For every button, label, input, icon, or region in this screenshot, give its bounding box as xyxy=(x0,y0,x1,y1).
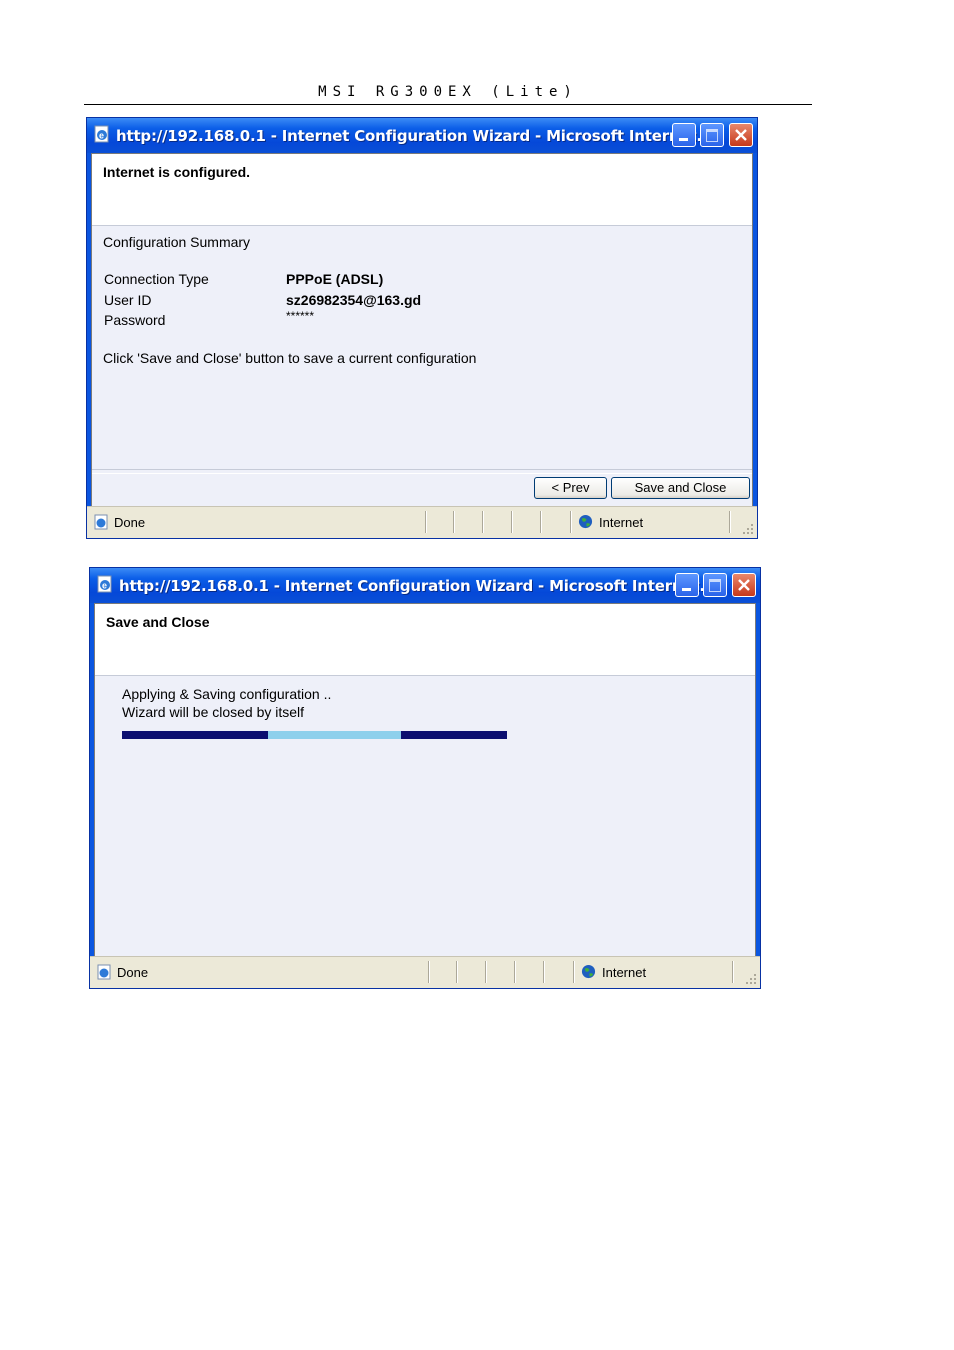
connection-type-value: PPPoE (ADSL) xyxy=(286,271,384,287)
minimize-icon xyxy=(679,138,688,141)
ie-done-icon xyxy=(94,514,108,530)
save-and-close-button[interactable]: Save and Close xyxy=(611,477,750,499)
close-button[interactable] xyxy=(729,123,753,147)
wizard-window-summary: e http://192.168.0.1 - Internet Configur… xyxy=(86,117,758,539)
ie-page-icon: e xyxy=(94,125,109,143)
zone-text: Internet xyxy=(602,965,647,980)
ie-page-icon: e xyxy=(97,575,112,593)
maximize-icon xyxy=(709,579,721,592)
resize-grip-icon[interactable] xyxy=(745,973,757,985)
page-title: Internet is configured. xyxy=(103,164,251,180)
status-separator xyxy=(485,961,486,983)
minimize-button[interactable] xyxy=(675,573,699,597)
window-title: http://192.168.0.1 - Internet Configurat… xyxy=(119,577,716,595)
applying-text: Applying & Saving configuration .. xyxy=(122,686,332,702)
globe-icon xyxy=(581,964,596,979)
instruction-text: Click 'Save and Close' button to save a … xyxy=(103,350,477,366)
wizard-body: Configuration Summary Connection Type PP… xyxy=(92,226,752,506)
status-separator xyxy=(453,511,454,533)
title-bar[interactable]: e http://192.168.0.1 - Internet Configur… xyxy=(90,568,760,603)
title-bar[interactable]: e http://192.168.0.1 - Internet Configur… xyxy=(87,118,757,153)
status-separator xyxy=(425,511,426,533)
status-separator xyxy=(428,961,429,983)
status-bar: Done Internet xyxy=(87,506,757,538)
status-separator xyxy=(540,511,541,533)
wizard-header: Internet is configured. xyxy=(92,154,752,226)
prev-button[interactable]: < Prev xyxy=(534,477,607,499)
status-separator xyxy=(543,961,544,983)
page-title: Save and Close xyxy=(106,614,210,630)
password-label: Password xyxy=(104,312,166,328)
document-header-text: MSI RG300EX (Lite) xyxy=(318,84,578,100)
status-separator xyxy=(514,961,515,983)
status-text: Done xyxy=(117,965,149,980)
wizard-content: Internet is configured. Configuration Su… xyxy=(91,153,753,507)
wizard-body: Applying & Saving configuration .. Wizar… xyxy=(95,676,755,956)
connection-type-label: Connection Type xyxy=(104,271,209,287)
maximize-icon xyxy=(706,129,718,142)
status-bar: Done Internet xyxy=(90,956,760,988)
window-title: http://192.168.0.1 - Internet Configurat… xyxy=(116,127,713,145)
maximize-button[interactable] xyxy=(700,123,724,147)
status-separator xyxy=(732,961,733,983)
svg-text:e: e xyxy=(99,131,104,141)
wizard-content: Save and Close Applying & Saving configu… xyxy=(94,603,756,957)
maximize-button[interactable] xyxy=(703,573,727,597)
progress-segment xyxy=(268,731,402,739)
status-separator xyxy=(729,511,730,533)
minimize-button[interactable] xyxy=(672,123,696,147)
zone-text: Internet xyxy=(599,515,644,530)
document-header: MSI RG300EX (Lite) xyxy=(84,82,812,105)
status-separator xyxy=(482,511,483,533)
close-icon xyxy=(738,579,750,591)
svg-text:e: e xyxy=(102,581,107,591)
user-id-label: User ID xyxy=(104,292,152,308)
close-button[interactable] xyxy=(732,573,756,597)
footer-divider xyxy=(92,469,752,474)
status-separator xyxy=(573,961,574,983)
summary-title: Configuration Summary xyxy=(103,234,251,250)
user-id-value: sz26982354@163.gd xyxy=(286,292,422,308)
status-separator xyxy=(456,961,457,983)
status-separator xyxy=(570,511,571,533)
wizard-header: Save and Close xyxy=(95,604,755,676)
resize-grip-icon[interactable] xyxy=(742,523,754,535)
status-separator xyxy=(511,511,512,533)
wizard-window-saving: e http://192.168.0.1 - Internet Configur… xyxy=(89,567,761,989)
progress-bar xyxy=(122,731,507,739)
globe-icon xyxy=(578,514,593,529)
ie-done-icon xyxy=(97,964,111,980)
close-icon xyxy=(735,129,747,141)
minimize-icon xyxy=(682,588,691,591)
status-text: Done xyxy=(114,515,146,530)
password-value: ****** xyxy=(286,309,315,323)
auto-close-text: Wizard will be closed by itself xyxy=(122,704,305,720)
